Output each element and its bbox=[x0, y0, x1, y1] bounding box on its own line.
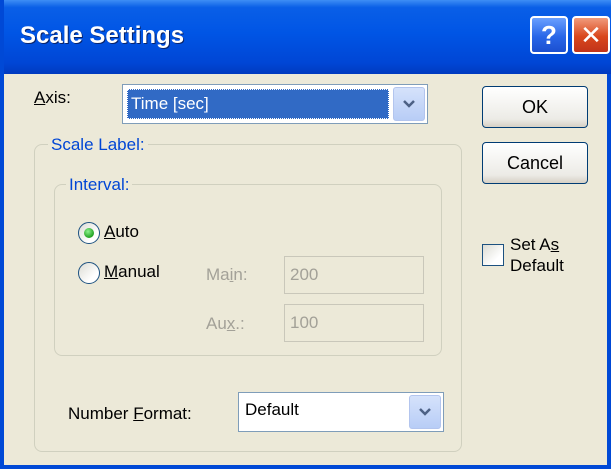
dialog-title: Scale Settings bbox=[20, 22, 185, 49]
auto-radio[interactable] bbox=[78, 222, 100, 244]
scale-label-group-title: Scale Label: bbox=[48, 135, 148, 155]
main-input[interactable]: 200 bbox=[284, 256, 424, 294]
auto-radio-label: Auto bbox=[104, 222, 139, 241]
axis-label: Axis: bbox=[34, 88, 71, 107]
number-format-label: Number Format: bbox=[68, 404, 192, 423]
close-icon[interactable]: ✕ bbox=[572, 16, 610, 54]
radio-selected-dot bbox=[84, 228, 94, 238]
chevron-down-icon[interactable] bbox=[409, 395, 441, 429]
axis-selected-value: Time [sec] bbox=[127, 89, 389, 119]
aux-input[interactable]: 100 bbox=[284, 304, 424, 342]
ok-button[interactable]: OK bbox=[482, 86, 588, 128]
set-as-default-label: Set As Default bbox=[510, 235, 564, 275]
aux-label: Aux.: bbox=[206, 314, 245, 333]
number-format-value: Default bbox=[245, 400, 299, 419]
manual-radio[interactable] bbox=[78, 262, 100, 284]
title-bar[interactable]: Scale Settings ? ✕ bbox=[4, 0, 611, 74]
number-format-select[interactable]: Default bbox=[238, 392, 444, 432]
set-as-default-checkbox[interactable] bbox=[482, 244, 504, 266]
manual-radio-label: Manual bbox=[104, 262, 160, 281]
dialog-window: Scale Settings ? ✕ Axis: Time [sec] OK C… bbox=[0, 0, 611, 469]
interval-group-title: Interval: bbox=[66, 175, 133, 195]
axis-select[interactable]: Time [sec] bbox=[122, 84, 428, 124]
cancel-button[interactable]: Cancel bbox=[482, 142, 588, 184]
main-label: Main: bbox=[206, 265, 248, 284]
chevron-down-icon[interactable] bbox=[393, 87, 425, 121]
help-icon[interactable]: ? bbox=[530, 16, 568, 54]
